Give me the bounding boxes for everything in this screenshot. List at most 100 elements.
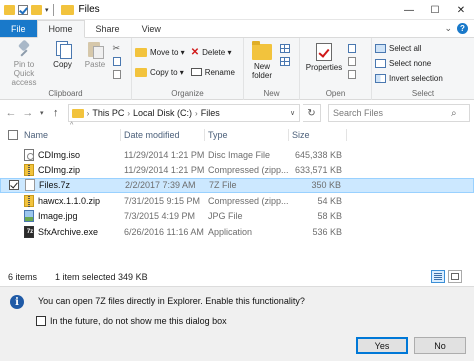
folder-icon[interactable] (4, 4, 15, 15)
column-divider[interactable] (204, 129, 205, 141)
window-title: Files (78, 4, 100, 15)
properties-check-icon[interactable] (18, 4, 28, 15)
dont-show-again-option[interactable]: In the future, do not show me this dialo… (36, 316, 227, 326)
column-size[interactable]: Size (292, 130, 310, 140)
clipboard-group-label: Clipboard (48, 89, 83, 98)
invert-selection-icon (375, 73, 386, 83)
maximize-button[interactable]: ☐ (422, 0, 448, 20)
file-size: 536 KB (312, 226, 342, 237)
breadcrumb-local-disk[interactable]: Local Disk (C:) (133, 108, 192, 118)
breadcrumb-files[interactable]: Files (201, 108, 220, 118)
search-input[interactable] (332, 108, 451, 118)
move-to-button[interactable]: Move to ▾ (135, 46, 185, 58)
rename-button[interactable]: Rename (190, 66, 235, 78)
breadcrumb-separator[interactable]: › (127, 109, 130, 118)
file-date: 2/2/2017 7:39 AM (125, 180, 196, 191)
file-name: CDImg.iso (38, 149, 81, 160)
table-row[interactable]: Image.jpg 7/3/2015 4:19 PM JPG File 58 K… (0, 209, 474, 224)
open-icon[interactable] (347, 44, 356, 53)
paste-shortcut-icon[interactable] (112, 70, 121, 79)
easy-access-icon[interactable] (279, 57, 290, 66)
new-folder-icon[interactable] (31, 4, 42, 15)
table-row[interactable]: hawcx.1.1.0.zip 7/31/2015 9:15 PM Compre… (0, 193, 474, 208)
select-none-button[interactable]: Select none (375, 57, 471, 69)
paste-button[interactable]: Paste (80, 40, 110, 69)
customize-toolbar-dropdown[interactable]: ▾ (45, 6, 49, 14)
row-checkbox[interactable] (9, 180, 19, 191)
copy-button[interactable]: Copy (48, 40, 78, 69)
up-arrow-icon[interactable]: ↑ (49, 107, 63, 119)
column-divider[interactable] (346, 129, 347, 141)
pin-icon (16, 40, 32, 58)
tab-home[interactable]: Home (36, 20, 85, 38)
toolbar-separator (52, 3, 54, 16)
refresh-icon[interactable]: ↻ (303, 104, 321, 122)
edit-icon[interactable] (347, 57, 356, 66)
copy-icon (54, 40, 72, 59)
status-bar: 6 items 1 item selected 349 KB (0, 268, 474, 286)
breadcrumb-this-pc[interactable]: This PC (92, 108, 124, 118)
sort-caret-icon: ^ (70, 122, 74, 129)
large-icons-view-button[interactable] (448, 270, 462, 283)
dont-show-again-checkbox[interactable] (36, 316, 46, 326)
tab-file[interactable]: File (0, 20, 37, 37)
no-button[interactable]: No (414, 337, 466, 354)
properties-label: Properties (305, 63, 343, 72)
copy-to-label: Copy to ▾ (150, 67, 184, 77)
table-row[interactable]: SfxArchive.exe 6/26/2016 11:16 AM Applic… (0, 224, 474, 239)
help-icon[interactable]: ? (457, 23, 468, 34)
table-row[interactable]: CDImg.iso 11/29/2014 1:21 PM Disc Image … (0, 147, 474, 162)
pin-to-quick-access-button[interactable]: Pin to Quick access (3, 40, 45, 87)
new-group-label: New (263, 89, 280, 98)
history-icon[interactable] (347, 70, 356, 79)
column-name[interactable]: Name (24, 130, 48, 140)
breadcrumb-separator[interactable]: › (87, 109, 90, 118)
status-selection: 1 item selected 349 KB (55, 272, 148, 282)
status-item-count: 6 items (8, 272, 38, 282)
file-type: 7Z File (209, 180, 237, 191)
table-row[interactable]: CDImg.zip 11/29/2014 1:21 PM Compressed … (0, 162, 474, 177)
breadcrumb-separator[interactable]: › (195, 109, 198, 118)
delete-x-icon: ✕ (190, 46, 200, 58)
close-button[interactable]: ✕ (448, 0, 474, 20)
address-dropdown-icon[interactable]: ∨ (286, 109, 299, 117)
file-type: JPG File (208, 211, 243, 222)
yes-button[interactable]: Yes (356, 337, 408, 354)
details-view-button[interactable] (431, 270, 445, 283)
column-date-modified[interactable]: Date modified (124, 130, 180, 140)
properties-button[interactable]: Properties (303, 43, 345, 72)
file-name: Files.7z (39, 180, 71, 191)
column-divider[interactable] (288, 129, 289, 141)
table-row-selected[interactable]: Files.7z 2/2/2017 7:39 AM 7Z File 350 KB (0, 177, 474, 194)
address-bar[interactable]: › This PC › Local Disk (C:) › Files ∨ (67, 104, 301, 122)
file-name: SfxArchive.exe (38, 226, 99, 237)
forward-arrow-icon[interactable]: → (21, 107, 35, 119)
file-name: hawcx.1.1.0.zip (38, 195, 101, 206)
new-group: New folder New (244, 38, 300, 100)
select-all-button[interactable]: Select all (375, 42, 471, 54)
column-divider[interactable] (120, 129, 121, 141)
move-to-label: Move to ▾ (150, 47, 185, 57)
new-folder-button[interactable]: New folder (247, 41, 277, 80)
select-all-checkbox[interactable] (8, 130, 18, 140)
invert-selection-button[interactable]: Invert selection (375, 72, 471, 84)
cut-icon[interactable]: ✂ (113, 44, 122, 53)
info-icon: i (10, 295, 24, 309)
file-name: CDImg.zip (38, 165, 81, 176)
copy-to-button[interactable]: Copy to ▾ (135, 66, 185, 78)
search-box: ⌕ (327, 104, 470, 122)
back-arrow-icon[interactable]: ← (4, 107, 18, 119)
file-type: Compressed (zipp... (208, 195, 288, 206)
copy-path-icon[interactable] (112, 57, 121, 66)
new-item-icon[interactable] (279, 44, 290, 53)
file-type: Compressed (zipp... (208, 165, 288, 176)
window-folder-icon (60, 4, 74, 15)
delete-button[interactable]: ✕ Delete ▾ (191, 46, 235, 58)
tab-view[interactable]: View (131, 20, 172, 37)
tab-share[interactable]: Share (85, 20, 131, 37)
column-type[interactable]: Type (208, 130, 228, 140)
recent-locations-dropdown[interactable]: ▾ (38, 109, 46, 117)
expand-ribbon-icon[interactable]: ⌄ (444, 23, 452, 34)
7z-file-icon (25, 179, 35, 192)
minimize-button[interactable]: — (396, 0, 422, 20)
